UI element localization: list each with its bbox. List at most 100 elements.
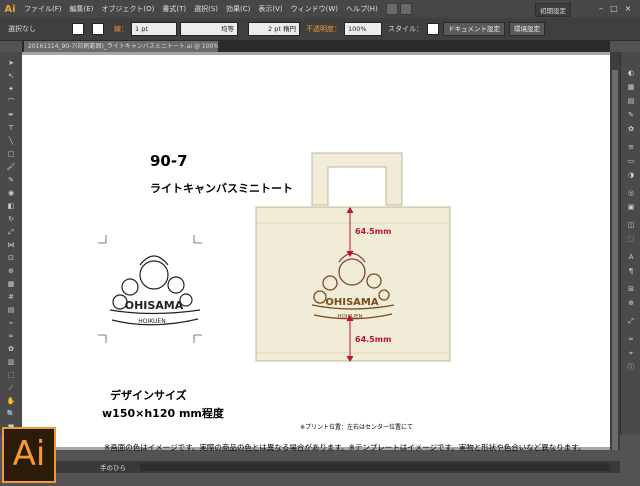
transform-icon[interactable]: ⤢ xyxy=(626,316,636,326)
slice-tool-icon[interactable]: ⟋ xyxy=(3,383,19,393)
align-icon[interactable]: ⊞ xyxy=(626,284,636,294)
info-icon[interactable]: ⓘ xyxy=(626,362,636,372)
hand-tool-icon[interactable]: ✋ xyxy=(3,396,19,406)
blend-tool-icon[interactable]: ∞ xyxy=(3,331,19,341)
horizontal-scrollbar[interactable] xyxy=(140,463,610,471)
menu-type[interactable]: 書式(T) xyxy=(158,4,190,14)
rotate-tool-icon[interactable]: ↻ xyxy=(3,214,19,224)
menu-help[interactable]: ヘルプ(H) xyxy=(342,4,382,14)
stroke-panel-icon[interactable]: ≡ xyxy=(626,142,636,152)
document-tab-bar: 20161114_90-7(印刷範囲)_ライトキャンバスミニトート.ai @ 1… xyxy=(22,40,610,52)
selection-status: 選択なし xyxy=(8,25,36,33)
paintbrush-tool-icon[interactable]: 🖌 xyxy=(3,162,19,172)
graphic-styles-icon[interactable]: ▣ xyxy=(626,202,636,212)
panel-dock: ◐ ▦ ▤ ✎ ✿ ≡ ▭ ◑ ◎ ▣ ◫ ⬚ A ¶ ⊞ ⊕ ⤢ ∞ ⌖ ⓘ xyxy=(620,52,640,435)
illustrator-app-icon: Ai xyxy=(2,427,56,483)
close-icon[interactable]: × xyxy=(623,4,633,13)
perspective-grid-tool-icon[interactable]: ▦ xyxy=(3,279,19,289)
bridge-icon[interactable] xyxy=(385,3,398,15)
menu-file[interactable]: ファイル(F) xyxy=(20,4,66,14)
eyedropper-tool-icon[interactable]: ⌁ xyxy=(3,318,19,328)
document-tab[interactable]: 20161114_90-7(印刷範囲)_ライトキャンバスミニトート.ai @ 1… xyxy=(24,41,218,52)
line-tool-icon[interactable]: ╲ xyxy=(3,136,19,146)
brushes-icon[interactable]: ✎ xyxy=(626,110,636,120)
eraser-tool-icon[interactable]: ◧ xyxy=(3,201,19,211)
navigator-icon[interactable]: ⌖ xyxy=(626,348,636,358)
artboard[interactable]: OHISAMA HOIKUEN OHISAMA HOIKUE xyxy=(22,55,610,452)
width-tool-icon[interactable]: ⋈ xyxy=(3,240,19,250)
direct-selection-tool-icon[interactable]: ↖ xyxy=(3,71,19,81)
brush-definition[interactable]: 2 pt 楕円 xyxy=(248,22,300,36)
product-name: ライトキャンバスミニトート xyxy=(150,182,293,195)
paragraph-icon[interactable]: ¶ xyxy=(626,266,636,276)
print-position-note: ※プリント位置：左右はセンター位置にて xyxy=(300,424,414,431)
workspace-switcher[interactable]: 初期設定 xyxy=(535,3,571,17)
design-preview xyxy=(109,255,201,326)
control-bar: 選択なし 線： 1 pt 均等 2 pt 楕円 不透明度： 100% スタイル：… xyxy=(0,18,640,41)
transparency-icon[interactable]: ◑ xyxy=(626,170,636,180)
menu-select[interactable]: 選択(S) xyxy=(190,4,222,14)
symbols-icon[interactable]: ✿ xyxy=(626,124,636,134)
product-code: 90-7 xyxy=(150,152,188,170)
pencil-tool-icon[interactable]: ✎ xyxy=(3,175,19,185)
vertical-scroll-thumb[interactable] xyxy=(612,70,618,450)
menu-object[interactable]: オブジェクト(O) xyxy=(97,4,158,14)
column-graph-tool-icon[interactable]: ▥ xyxy=(3,357,19,367)
pen-tool-icon[interactable]: ✒ xyxy=(3,110,19,120)
variable-width-profile[interactable]: 均等 xyxy=(180,22,238,36)
zoom-tool-icon[interactable]: 🔍 xyxy=(3,409,19,419)
magic-wand-tool-icon[interactable]: ✦ xyxy=(3,84,19,94)
document-setup-button[interactable]: ドキュメント設定 xyxy=(443,22,505,36)
vertical-scrollbar[interactable] xyxy=(610,52,620,450)
scale-tool-icon[interactable]: ⤢ xyxy=(3,227,19,237)
links-icon[interactable]: ∞ xyxy=(626,334,636,344)
swatches-icon[interactable]: ▤ xyxy=(626,96,636,106)
blob-brush-tool-icon[interactable]: ◉ xyxy=(3,188,19,198)
disclaimer-text: ※画面の色はイメージです。実際の商品の色とは異なる場合があります。※テンプレート… xyxy=(104,443,586,452)
mesh-tool-icon[interactable]: # xyxy=(3,292,19,302)
gradient-panel-icon[interactable]: ▭ xyxy=(626,156,636,166)
bag-logo-text: OHISAMA xyxy=(325,297,378,308)
design-logo-text: OHISAMA xyxy=(125,299,184,312)
stroke-weight-field[interactable]: 1 pt xyxy=(131,22,177,36)
graphic-style-swatch[interactable] xyxy=(427,23,439,35)
gradient-tool-icon[interactable]: ▤ xyxy=(3,305,19,315)
stroke-label[interactable]: 線： xyxy=(114,24,128,34)
color-panel-icon[interactable]: ◐ xyxy=(626,68,636,78)
color-guide-icon[interactable]: ▦ xyxy=(626,82,636,92)
arrange-documents-icon[interactable] xyxy=(399,3,412,15)
pathfinder-icon[interactable]: ⊕ xyxy=(626,298,636,308)
menu-window[interactable]: ウィンドウ(W) xyxy=(287,4,342,14)
selection-tool-icon[interactable]: ➤ xyxy=(3,58,19,68)
design-size-label: デザインサイズ xyxy=(110,389,187,402)
fill-swatch[interactable] xyxy=(72,23,84,35)
bottom-margin-label: 64.5mm xyxy=(355,335,392,344)
preferences-button[interactable]: 環境設定 xyxy=(509,22,545,36)
menu-effect[interactable]: 効果(C) xyxy=(222,4,254,14)
type-tool-icon[interactable]: T xyxy=(3,123,19,133)
symbol-sprayer-tool-icon[interactable]: ✿ xyxy=(3,344,19,354)
menu-edit[interactable]: 編集(E) xyxy=(66,4,98,14)
design-dimensions: w150×h120 mm程度 xyxy=(102,407,224,420)
tools-panel: ➤ ↖ ✦ ⌒ ✒ T ╲ □ 🖌 ✎ ◉ ◧ ↻ ⤢ ⋈ ⊡ ⊕ ▦ # ▤ … xyxy=(0,52,23,435)
stroke-swatch[interactable] xyxy=(92,23,104,35)
current-tool-status[interactable]: 手のひら xyxy=(100,462,126,472)
lasso-tool-icon[interactable]: ⌒ xyxy=(3,97,19,107)
shape-builder-tool-icon[interactable]: ⊕ xyxy=(3,266,19,276)
free-transform-tool-icon[interactable]: ⊡ xyxy=(3,253,19,263)
app-logo: Ai xyxy=(4,3,16,15)
opacity-label[interactable]: 不透明度： xyxy=(306,24,341,34)
design-logo-subtext: HOIKUEN xyxy=(138,318,165,325)
rectangle-tool-icon[interactable]: □ xyxy=(3,149,19,159)
opacity-field[interactable]: 100% xyxy=(344,22,382,36)
appearance-icon[interactable]: ◎ xyxy=(626,188,636,198)
layers-icon[interactable]: ◫ xyxy=(626,220,636,230)
minimize-icon[interactable]: – xyxy=(596,4,606,13)
artboard-tool-icon[interactable]: ⬚ xyxy=(3,370,19,380)
maximize-icon[interactable]: □ xyxy=(609,4,619,13)
character-icon[interactable]: A xyxy=(626,252,636,262)
top-margin-label: 64.5mm xyxy=(355,227,392,236)
menu-view[interactable]: 表示(V) xyxy=(254,4,286,14)
artboards-icon[interactable]: ⬚ xyxy=(626,234,636,244)
style-label: スタイル： xyxy=(388,25,423,33)
